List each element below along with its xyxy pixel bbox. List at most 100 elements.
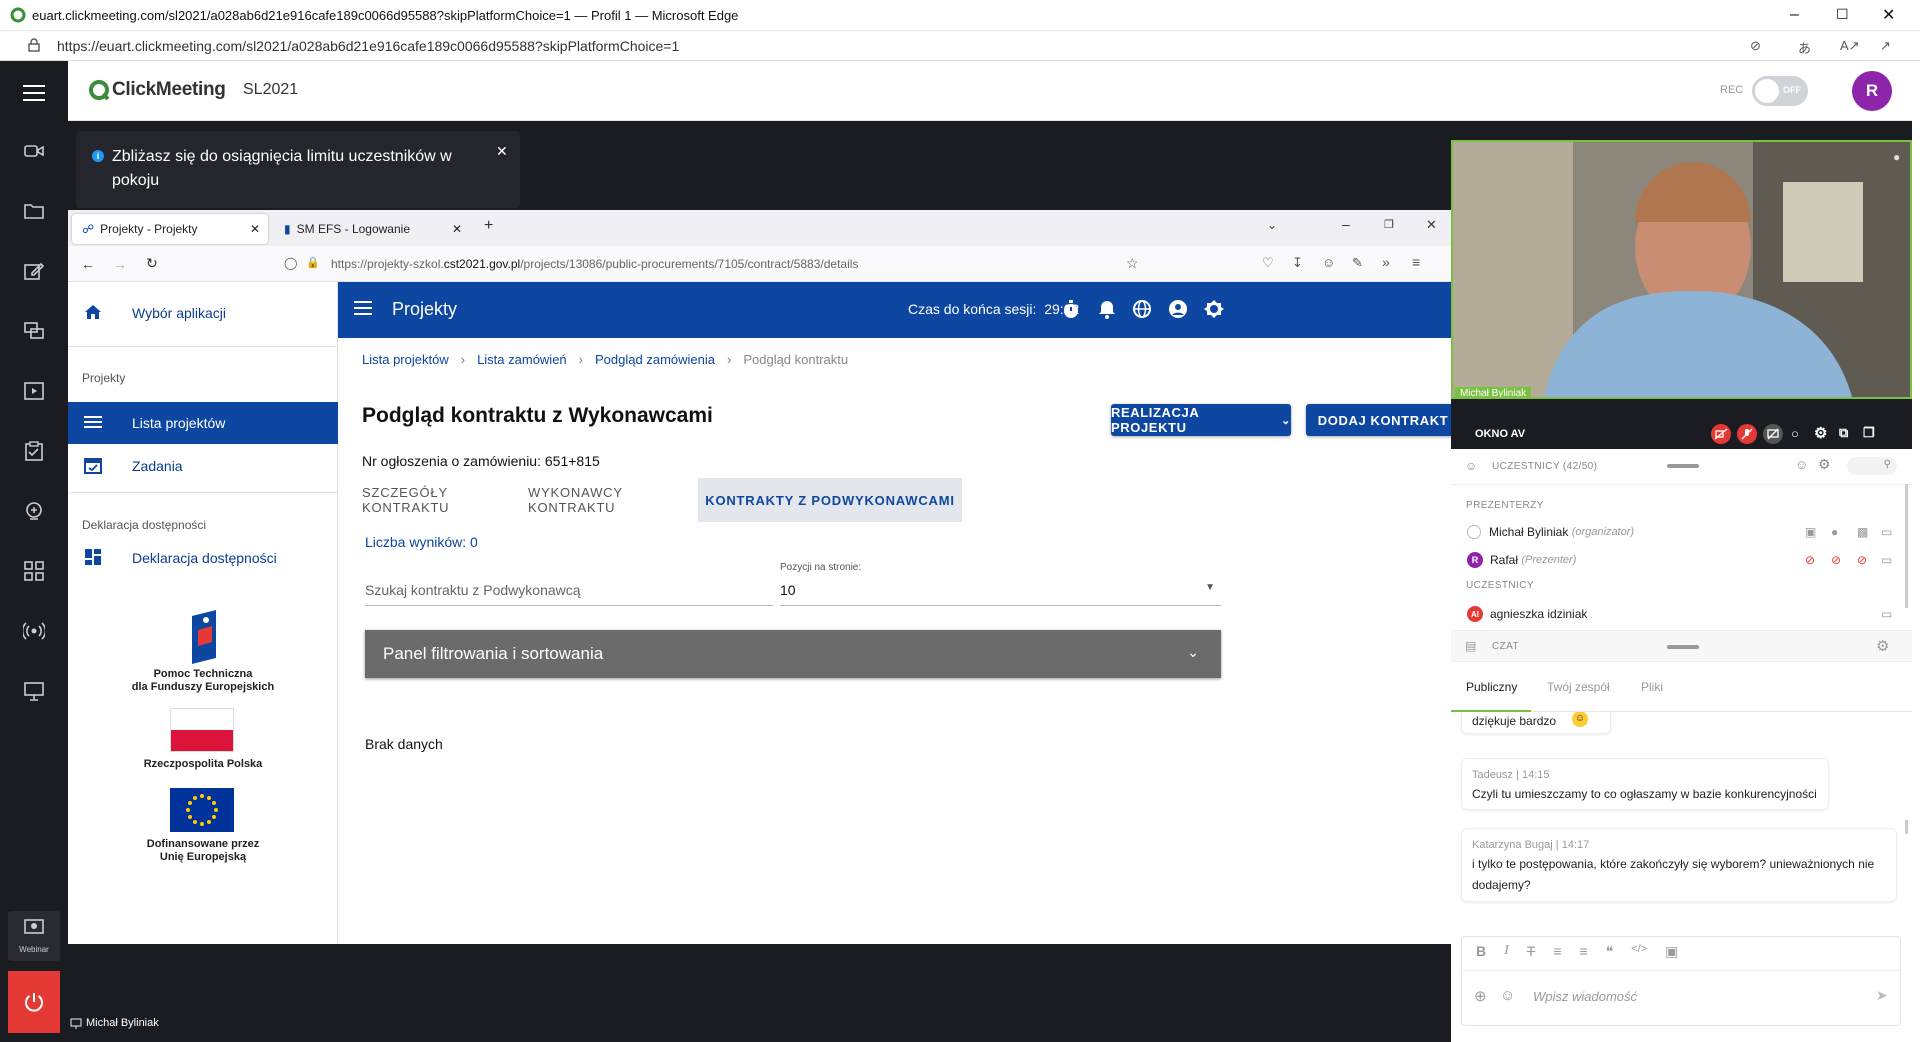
participant-row[interactable]: R Rafał (Prezenter) ⊘ ⊘ ⊘ ▭ <box>1467 552 1897 568</box>
presenter-video[interactable]: Michał Byliniak ● <box>1451 140 1912 399</box>
more-tools-icon[interactable]: » <box>1382 254 1390 270</box>
firefox-tab-projekty[interactable]: ☍ Projekty - Projekty ✕ <box>72 214 268 244</box>
whiteboard-icon[interactable] <box>18 495 50 527</box>
extensions-icon[interactable]: ✎ <box>1352 255 1363 271</box>
code-block-icon[interactable]: ▣ <box>1665 943 1678 960</box>
chat-input[interactable]: Wpisz wiadomość <box>1533 989 1637 1004</box>
share-icon[interactable]: ↗ <box>1880 38 1891 54</box>
breadcrumb-item[interactable]: Lista zamówień <box>477 352 567 367</box>
monitor-icon[interactable]: ▭ <box>1881 553 1892 567</box>
participant-row[interactable]: AI agnieszka idziniak ▭ <box>1467 606 1897 622</box>
firefox-tab-sm-efs[interactable]: ▮ SM EFS - Logowanie ✕ <box>274 214 470 244</box>
italic-icon[interactable]: I <box>1504 943 1509 960</box>
expand-window-icon[interactable]: ⧉ <box>1839 425 1848 441</box>
pocket-icon[interactable]: ♡ <box>1262 255 1274 271</box>
participants-search-input[interactable]: ⚲ <box>1847 457 1897 475</box>
account-circle-icon[interactable] <box>1168 299 1188 319</box>
screen-off-icon[interactable] <box>1763 424 1783 444</box>
notifications-icon[interactable] <box>1098 299 1116 319</box>
emoji-icon[interactable]: ☺ <box>1500 987 1515 1004</box>
popout-icon[interactable]: ❐ <box>1863 425 1875 441</box>
quote-icon[interactable]: ❝ <box>1606 943 1614 960</box>
tracking-icon[interactable]: ⊘ <box>1750 38 1761 54</box>
broadcast-icon[interactable] <box>18 615 50 647</box>
dodaj-kontrakt-button[interactable]: DODAJ KONTRAKT <box>1306 404 1460 436</box>
screen-share-icon[interactable] <box>18 315 50 347</box>
menu-icon[interactable] <box>18 77 50 109</box>
contrast-icon[interactable] <box>1204 299 1224 319</box>
sidebar-item-app-choice[interactable]: Wybór aplikacji <box>68 292 338 334</box>
chat-scrollbar[interactable] <box>1905 820 1908 834</box>
camera-off-icon[interactable] <box>1711 424 1731 444</box>
shield-icon[interactable]: ◯ <box>284 256 297 270</box>
video-file-icon[interactable] <box>18 375 50 407</box>
resize-handle[interactable] <box>1667 464 1699 468</box>
sidebar-item-tasks[interactable]: Zadania <box>68 445 338 487</box>
add-participant-icon[interactable]: ☺ <box>1795 457 1808 472</box>
participants-settings-icon[interactable]: ⚙ <box>1818 456 1831 473</box>
monitor-icon[interactable]: ▭ <box>1881 607 1892 621</box>
reload-icon[interactable]: ↻ <box>146 255 158 272</box>
per-page-select[interactable]: Pozycji na stronie: 10 ▼ <box>780 562 1221 606</box>
maximize-icon[interactable]: ☐ <box>1836 6 1849 23</box>
camera-off-icon[interactable]: ⊘ <box>1857 553 1867 567</box>
back-icon[interactable]: ← <box>81 256 95 272</box>
read-aloud-icon[interactable]: A↗ <box>1840 38 1860 54</box>
participant-row[interactable]: Michał Byliniak (organizator) ▣ ● ▩ ▭ <box>1467 525 1897 539</box>
ff-minimize-icon[interactable]: – <box>1342 216 1350 232</box>
camera-icon[interactable] <box>18 135 50 167</box>
new-tab-icon[interactable]: + <box>484 217 493 235</box>
mic-off-icon[interactable]: ⊘ <box>1831 553 1841 567</box>
timer-icon[interactable] <box>1062 299 1080 319</box>
monitor-icon[interactable]: ▭ <box>1881 525 1892 539</box>
tab-files[interactable]: Pliki <box>1641 680 1663 694</box>
ff-restore-icon[interactable]: ❐ <box>1384 218 1394 231</box>
tab-contract-contractors[interactable]: WYKONAWCY KONTRAKTU <box>528 478 692 522</box>
code-icon[interactable]: </> <box>1631 943 1647 960</box>
participants-header[interactable]: ☺ UCZESTNICY (42/50) ☺ ⚙ ⚲ <box>1451 449 1912 485</box>
translate-icon[interactable]: あ <box>1798 38 1811 57</box>
chat-settings-icon[interactable]: ⚙ <box>1876 637 1889 655</box>
edge-url[interactable]: https://euart.clickmeeting.com/sl2021/a0… <box>57 38 679 54</box>
mic-icon[interactable]: ● <box>1831 525 1838 539</box>
camera-icon[interactable]: ▩ <box>1857 525 1868 539</box>
apps-grid-icon[interactable] <box>18 555 50 587</box>
tab-close-icon[interactable]: ✕ <box>250 222 260 236</box>
close-window-icon[interactable]: ✕ <box>1882 5 1895 25</box>
chat-header[interactable]: ▤ CZAT ⚙ <box>1451 630 1912 662</box>
tab-list-icon[interactable]: ⌄ <box>1267 218 1277 232</box>
tab-contract-details[interactable]: SZCZEGÓŁY KONTRAKTU <box>362 478 522 522</box>
account-icon[interactable]: ☺ <box>1322 255 1335 270</box>
download-icon[interactable]: ↧ <box>1292 255 1303 271</box>
sidebar-item-accessibility[interactable]: Deklaracja dostępności <box>68 537 338 579</box>
firefox-url[interactable]: https://projekty-szkol.cst2021.gov.pl/pr… <box>331 257 858 271</box>
tab-close-icon[interactable]: ✕ <box>452 222 462 236</box>
attach-icon[interactable]: ⊕ <box>1474 987 1487 1005</box>
app-menu-hamburger-icon[interactable] <box>354 300 372 316</box>
ff-close-icon[interactable]: ✕ <box>1426 217 1437 233</box>
mic-off-icon[interactable] <box>1737 424 1757 444</box>
bookmark-star-icon[interactable]: ☆ <box>1126 255 1139 272</box>
breadcrumb-item[interactable]: Lista projektów <box>362 352 449 367</box>
numbered-list-icon[interactable]: ≡ <box>1580 943 1588 960</box>
poll-icon[interactable] <box>18 435 50 467</box>
bullet-list-icon[interactable]: ≡ <box>1553 943 1561 960</box>
breadcrumb-item[interactable]: Podgląd zamówienia <box>595 352 715 367</box>
rec-toggle[interactable]: OFF <box>1752 76 1808 106</box>
folder-icon[interactable] <box>18 195 50 227</box>
user-avatar[interactable]: R <box>1852 71 1892 111</box>
search-input[interactable]: Szukaj kontraktu z Podwykonawcą <box>365 574 773 606</box>
av-settings-icon[interactable]: ⚙ <box>1814 424 1827 442</box>
participants-scrollbar[interactable] <box>1905 484 1908 608</box>
tab-team[interactable]: Twój zespół <box>1547 680 1610 694</box>
filter-panel-header[interactable]: Panel filtrowania i sortowania ⌄ <box>365 630 1221 678</box>
sidebar-item-projects-list[interactable]: Lista projektów <box>68 402 338 444</box>
globe-icon[interactable] <box>1132 299 1152 319</box>
resize-handle[interactable] <box>1667 645 1699 649</box>
leave-button[interactable] <box>8 971 60 1033</box>
webinar-mode-button[interactable]: Webinar <box>8 911 60 961</box>
realizacja-projektu-button[interactable]: REALIZACJA PROJEKTU ⌄ <box>1111 404 1291 436</box>
chat-bubble-icon[interactable]: ○ <box>1791 426 1799 441</box>
toast-close-icon[interactable]: ✕ <box>496 139 508 163</box>
minimize-icon[interactable]: – <box>1790 6 1799 24</box>
